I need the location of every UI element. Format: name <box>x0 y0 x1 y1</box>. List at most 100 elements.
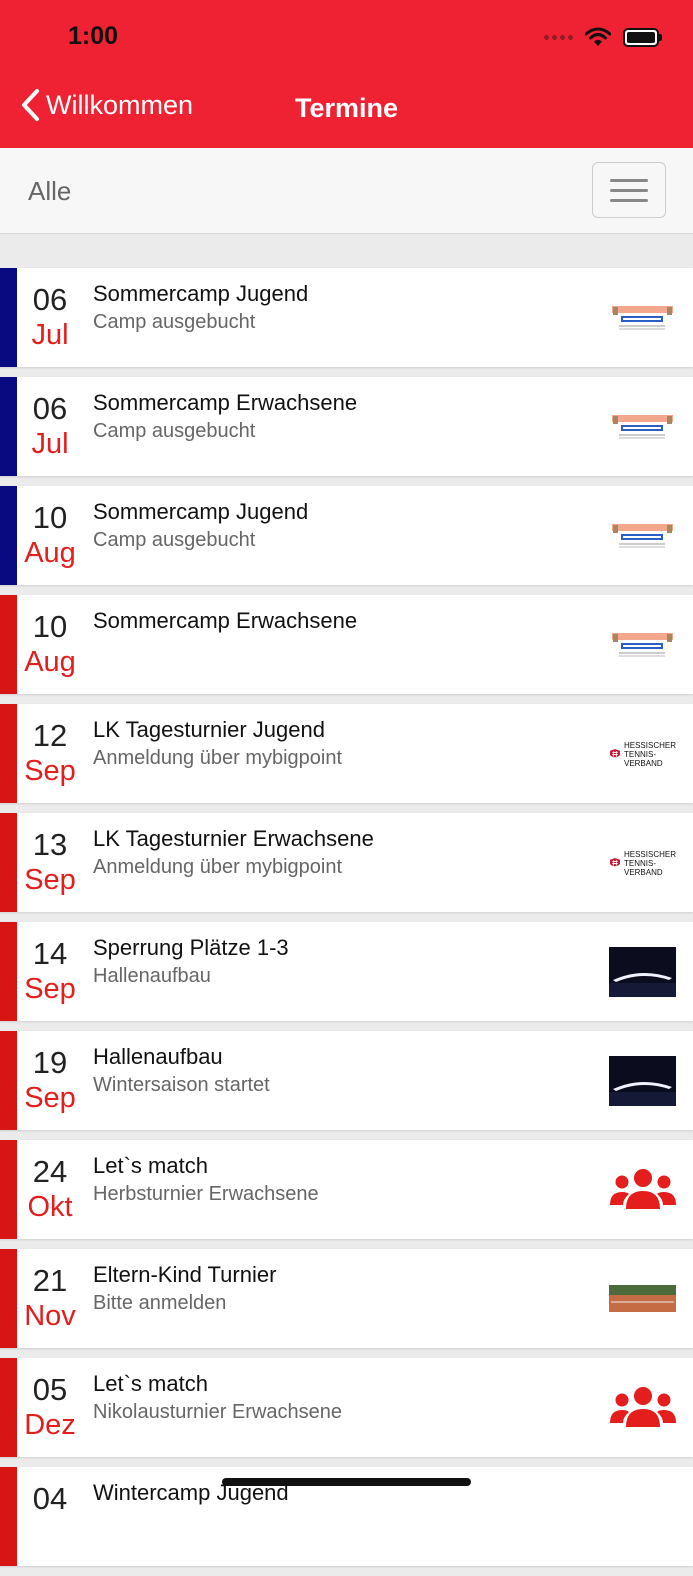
event-day: 21 <box>32 1263 68 1298</box>
event-date: 13 Sep <box>17 827 83 897</box>
event-subtitle: Camp ausgebucht <box>93 420 256 442</box>
event-row[interactable]: 10 Aug Sommercamp Jugend Camp ausgebucht <box>0 486 693 585</box>
event-day: 06 <box>32 391 68 426</box>
event-day: 10 <box>32 609 68 644</box>
event-month: Jul <box>31 319 69 351</box>
event-row[interactable]: 13 Sep LK Tagesturnier Erwachsene Anmeldung… <box>0 813 693 912</box>
tenniscamp-flyer-icon <box>609 620 676 670</box>
event-month: Okt <box>27 1191 73 1223</box>
event-subtitle: Camp ausgebucht <box>93 311 256 333</box>
event-title: Hallenaufbau <box>93 1044 223 1069</box>
event-subtitle: Bitte anmelden <box>93 1292 227 1314</box>
tennis-hall-night-icon <box>609 1056 676 1106</box>
event-category-bar <box>0 377 17 476</box>
event-category-bar <box>0 1140 17 1239</box>
app-header: 1:00 Willkommen Termine <box>0 0 693 148</box>
event-title: Sommercamp Erwachsene <box>93 608 358 633</box>
event-day: 10 <box>32 500 68 535</box>
event-row[interactable]: 24 Okt Let`s match Herbsturnier Erwachsene <box>0 1140 693 1239</box>
hamburger-icon-line <box>610 198 648 202</box>
htv-logo-text: Tennis- <box>623 858 656 868</box>
event-row[interactable]: 06 Jul Sommercamp Jugend Camp ausgebucht <box>0 268 693 367</box>
event-title: Sommercamp Jugend <box>93 281 309 306</box>
htv-logo-text: Verband <box>623 758 663 768</box>
htv-logo-text: Hessischer <box>623 849 676 859</box>
event-month: Jul <box>31 428 69 460</box>
event-day: 19 <box>32 1045 68 1080</box>
event-month: Sep <box>24 864 76 896</box>
event-title: Let`s match <box>93 1153 208 1178</box>
status-icons <box>544 22 662 52</box>
event-subtitle: Camp ausgebucht <box>93 529 256 551</box>
event-day: 06 <box>32 282 68 317</box>
event-day: 24 <box>32 1154 68 1189</box>
page-title: Termine <box>294 93 399 123</box>
htv-logo-text: Hessischer <box>623 740 676 750</box>
event-list: 06 Jul Sommercamp Jugend Camp ausgebucht 06… <box>0 268 693 1576</box>
event-title: Let`s match <box>93 1371 208 1396</box>
event-date: 06 Jul <box>17 391 83 461</box>
event-row[interactable]: 06 Jul Sommercamp Erwachsene Camp ausgebuch… <box>0 377 693 476</box>
htv-logo-icon: Hessischer Tennis- Verband <box>609 729 676 779</box>
event-day: 14 <box>32 936 68 971</box>
event-date: 06 Jul <box>17 282 83 352</box>
htv-logo-text: Tennis- <box>623 749 656 759</box>
event-category-bar <box>0 813 17 912</box>
tenniscamp-flyer-icon <box>609 511 676 561</box>
home-indicator <box>222 1478 471 1486</box>
event-row[interactable]: 14 Sep Sperrung Plätze 1-3 Hallenaufbau <box>0 922 693 1021</box>
tenniscamp-flyer-icon <box>609 402 676 452</box>
event-category-bar <box>0 922 17 1021</box>
filter-label[interactable]: Alle <box>28 176 71 207</box>
clay-court-photo-icon <box>609 1274 676 1324</box>
tennis-hall-night-icon <box>609 947 676 997</box>
event-title: Sommercamp Jugend <box>93 499 309 524</box>
event-day: 12 <box>32 718 68 753</box>
hamburger-icon-line <box>610 178 648 182</box>
users-group-icon <box>609 1383 676 1433</box>
event-month: Sep <box>24 755 76 787</box>
event-date: 14 Sep <box>17 936 83 1006</box>
event-subtitle: Anmeldung über mybigpoint <box>93 856 343 878</box>
event-row[interactable]: 10 Aug Sommercamp Erwachsene <box>0 595 693 694</box>
event-month: Nov <box>24 1300 76 1332</box>
event-month: Aug <box>24 646 76 678</box>
event-category-bar <box>0 486 17 585</box>
event-day: 13 <box>32 827 68 862</box>
event-month: Dez <box>24 1409 76 1441</box>
event-row[interactable]: 12 Sep LK Tagesturnier Jugend Anmeldung übe… <box>0 704 693 803</box>
event-category-bar <box>0 704 17 803</box>
event-subtitle: Wintersaison startet <box>93 1074 270 1096</box>
event-title: LK Tagesturnier Jugend <box>93 717 325 742</box>
event-date: 12 Sep <box>17 718 83 788</box>
event-category-bar <box>0 1031 17 1130</box>
event-row[interactable]: 05 Dez Let`s match Nikolausturnier Erwachse… <box>0 1358 693 1457</box>
event-date: 10 Aug <box>17 609 83 679</box>
event-category-bar <box>0 1249 17 1348</box>
event-month: Sep <box>24 1082 76 1114</box>
event-month: Sep <box>24 973 76 1005</box>
wifi-icon <box>585 27 611 46</box>
event-row[interactable]: 19 Sep Hallenaufbau Wintersaison startet <box>0 1031 693 1130</box>
hamburger-icon-line <box>610 188 648 192</box>
event-date: 10 Aug <box>17 500 83 570</box>
filter-menu-button[interactable] <box>592 162 666 218</box>
event-title: Sommercamp Erwachsene <box>93 390 358 415</box>
event-subtitle: Hallenaufbau <box>93 965 211 987</box>
htv-logo-text: Verband <box>623 867 663 877</box>
event-subtitle: Anmeldung über mybigpoint <box>93 747 343 769</box>
cellular-signal-icon <box>544 34 573 40</box>
event-date: 05 Dez <box>17 1372 83 1442</box>
tenniscamp-flyer-icon <box>609 293 676 343</box>
event-title: LK Tagesturnier Erwachsene <box>93 826 374 851</box>
event-row[interactable]: 21 Nov Eltern-Kind Turnier Bitte anmelden <box>0 1249 693 1348</box>
event-date: 19 Sep <box>17 1045 83 1115</box>
htv-logo-icon: Hessischer Tennis- Verband <box>609 838 676 888</box>
filter-bar: Alle <box>0 148 693 234</box>
event-category-bar <box>0 595 17 694</box>
event-title: Eltern-Kind Turnier <box>93 1262 277 1287</box>
event-category-bar <box>0 1467 17 1566</box>
event-title: Sperrung Plätze 1-3 <box>93 935 289 960</box>
event-month: Aug <box>24 537 76 569</box>
event-category-bar <box>0 268 17 367</box>
